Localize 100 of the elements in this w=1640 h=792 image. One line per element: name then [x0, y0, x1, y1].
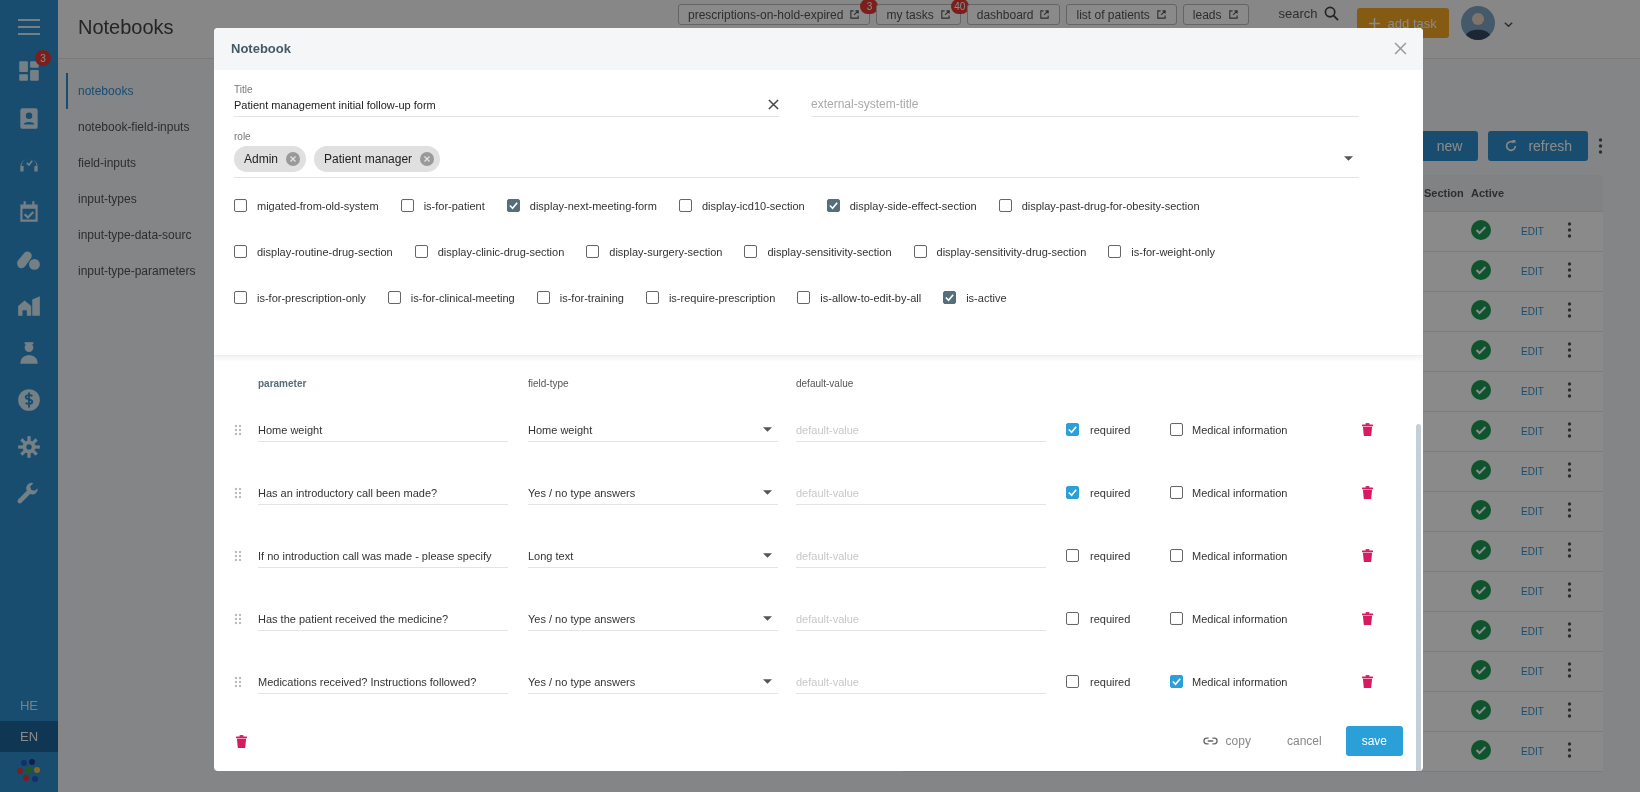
- more-icon[interactable]: [1567, 422, 1572, 438]
- edit-link[interactable]: EDIT: [1521, 386, 1544, 397]
- checkbox[interactable]: [1066, 549, 1079, 563]
- edit-link[interactable]: EDIT: [1521, 666, 1544, 677]
- drag-handle-icon[interactable]: [234, 423, 242, 436]
- scrollbar-thumb[interactable]: [1416, 424, 1421, 771]
- language-option[interactable]: EN: [0, 721, 58, 752]
- edit-link[interactable]: EDIT: [1521, 426, 1544, 437]
- checkbox[interactable]: [234, 245, 247, 259]
- header-link[interactable]: list of patients: [1066, 4, 1177, 25]
- checkbox[interactable]: [586, 245, 600, 259]
- remove-icon[interactable]: [420, 151, 435, 166]
- header-link[interactable]: leads: [1182, 4, 1249, 25]
- cancel-button[interactable]: cancel: [1280, 733, 1328, 750]
- field-type-select[interactable]: Yes / no type answers: [528, 480, 778, 505]
- more-icon[interactable]: [1567, 382, 1572, 398]
- edit-link[interactable]: EDIT: [1521, 746, 1544, 757]
- edit-link[interactable]: EDIT: [1521, 506, 1544, 517]
- subnav-item[interactable]: input-types: [66, 181, 208, 217]
- checkbox[interactable]: [645, 291, 659, 305]
- chevron-icon[interactable]: [1502, 19, 1514, 30]
- remove-icon[interactable]: [286, 151, 300, 166]
- checkbox[interactable]: [400, 199, 414, 213]
- more-icon[interactable]: [1567, 502, 1572, 518]
- more-icon[interactable]: [1567, 662, 1572, 678]
- checkbox[interactable]: [387, 291, 401, 305]
- edit-link[interactable]: EDIT: [1521, 586, 1544, 597]
- header-link[interactable]: dashboard: [966, 4, 1061, 25]
- more-icon[interactable]: [1567, 222, 1572, 238]
- checkbox[interactable]: [1170, 675, 1183, 689]
- field-type-select[interactable]: Yes / no type answers: [528, 669, 778, 694]
- search-icon[interactable]: [1323, 6, 1339, 21]
- edit-link[interactable]: EDIT: [1521, 706, 1544, 717]
- field-type-select[interactable]: Home weight: [528, 417, 778, 442]
- clear-icon[interactable]: [768, 99, 779, 111]
- refresh-button[interactable]: refresh: [1488, 131, 1588, 161]
- trash-icon[interactable]: [1362, 549, 1373, 563]
- drag-handle-icon[interactable]: [234, 486, 242, 499]
- checkbox[interactable]: [234, 291, 247, 305]
- subnav-item[interactable]: notebooks: [66, 73, 208, 109]
- checkbox[interactable]: [678, 199, 692, 213]
- avatar[interactable]: [1460, 6, 1495, 40]
- checkbox[interactable]: [1170, 549, 1183, 563]
- checkbox[interactable]: [1170, 612, 1183, 626]
- drag-handle-icon[interactable]: [234, 612, 242, 625]
- more-icon[interactable]: [1567, 582, 1572, 598]
- checkbox[interactable]: [998, 199, 1012, 213]
- close-icon[interactable]: [1394, 42, 1407, 56]
- checkbox[interactable]: [1066, 612, 1079, 626]
- save-button[interactable]: save: [1345, 726, 1403, 757]
- checkbox[interactable]: [506, 199, 520, 213]
- checkbox[interactable]: [943, 291, 957, 305]
- more-icon[interactable]: [1567, 342, 1572, 358]
- edit-link[interactable]: EDIT: [1521, 626, 1544, 637]
- parameter-input[interactable]: Has the patient received the medicine?: [258, 606, 508, 631]
- parameter-input[interactable]: If no introduction call was made - please specify: [258, 543, 508, 568]
- drag-handle-icon[interactable]: [234, 675, 242, 688]
- subnav-item[interactable]: input-type-parameters: [66, 253, 208, 289]
- edit-link[interactable]: EDIT: [1521, 546, 1544, 557]
- more-icon[interactable]: [1567, 622, 1572, 638]
- trash-icon[interactable]: [236, 734, 247, 748]
- trash-icon[interactable]: [1362, 675, 1373, 689]
- subnav-item[interactable]: notebook-field-inputs: [66, 109, 208, 145]
- external-title-input[interactable]: external-system-title: [811, 96, 919, 111]
- edit-link[interactable]: EDIT: [1521, 226, 1544, 237]
- more-icon[interactable]: [1598, 138, 1603, 154]
- parameter-input[interactable]: Has an introductory call been made?: [258, 480, 508, 505]
- more-icon[interactable]: [1567, 742, 1572, 758]
- checkbox[interactable]: [744, 245, 758, 259]
- trash-icon[interactable]: [1362, 423, 1373, 437]
- edit-link[interactable]: EDIT: [1521, 306, 1544, 317]
- more-icon[interactable]: [1567, 462, 1572, 478]
- checkbox[interactable]: [1170, 486, 1183, 500]
- subnav-item[interactable]: input-type-data-sourc: [66, 217, 208, 253]
- checkbox[interactable]: [1066, 486, 1079, 500]
- checkbox[interactable]: [1170, 423, 1183, 437]
- edit-link[interactable]: EDIT: [1521, 346, 1544, 357]
- field-type-select[interactable]: Long text: [528, 543, 778, 568]
- checkbox[interactable]: [826, 199, 840, 213]
- new-button[interactable]: new: [1420, 131, 1479, 161]
- more-icon[interactable]: [1567, 542, 1572, 558]
- checkbox[interactable]: [414, 245, 428, 259]
- dollar-icon[interactable]: [16, 387, 42, 413]
- dashboard-icon[interactable]: [16, 58, 42, 84]
- field-type-select[interactable]: Yes / no type answers: [528, 606, 778, 631]
- title-input[interactable]: Patient management initial follow-up form: [234, 98, 436, 111]
- edit-link[interactable]: EDIT: [1521, 266, 1544, 277]
- parameter-input[interactable]: Home weight: [258, 417, 508, 442]
- checkbox[interactable]: [913, 245, 927, 259]
- buildings-icon[interactable]: [16, 293, 42, 319]
- checkbox[interactable]: [797, 291, 811, 305]
- role-chip[interactable]: Admin: [234, 145, 306, 172]
- trash-icon[interactable]: [1362, 486, 1373, 500]
- more-icon[interactable]: [1567, 262, 1572, 278]
- more-icon[interactable]: [1567, 702, 1572, 718]
- parameter-input[interactable]: Medications received? Instructions followed?: [258, 669, 508, 694]
- search-label[interactable]: search: [1278, 6, 1318, 21]
- checkbox[interactable]: [536, 291, 550, 305]
- language-option[interactable]: HE: [0, 690, 58, 721]
- more-icon[interactable]: [1567, 302, 1572, 318]
